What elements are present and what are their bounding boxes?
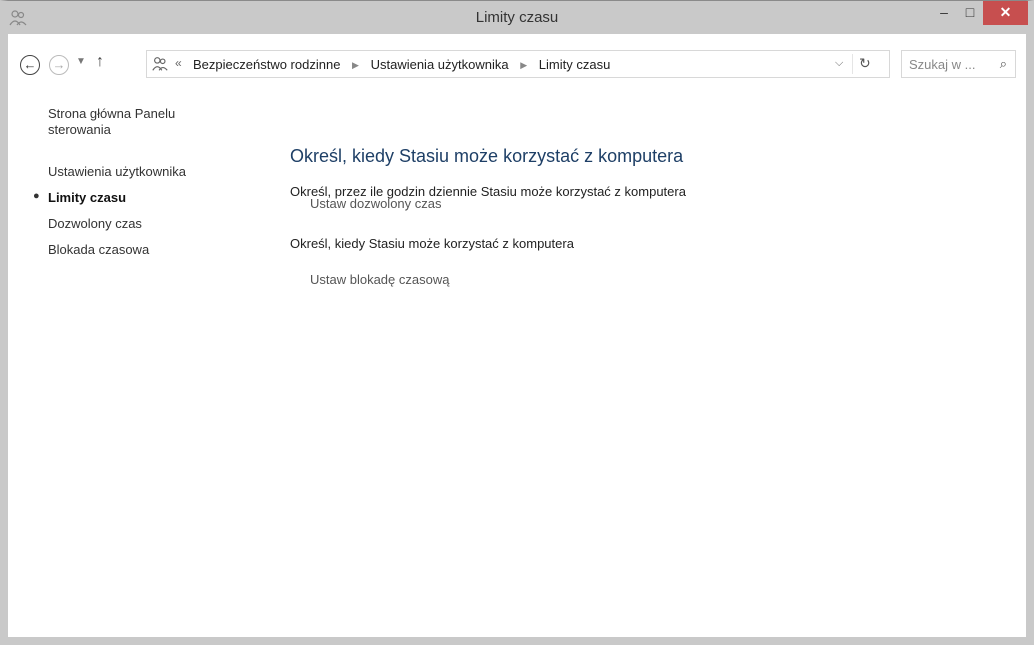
- back-arrow-icon[interactable]: ←: [20, 55, 40, 75]
- search-input[interactable]: Szukaj w ... ⌕: [901, 50, 1016, 78]
- maximize-button[interactable]: □: [957, 1, 983, 25]
- sidebar-item-control-panel-home[interactable]: Strona główna Panelu sterowania: [48, 106, 208, 138]
- address-bar[interactable]: « Bezpieczeństwo rodzinne ▶ Ustawienia u…: [146, 50, 890, 78]
- refresh-icon[interactable]: ↻: [859, 55, 871, 72]
- sidebar-item-allowed-time[interactable]: Dozwolony czas: [48, 216, 142, 231]
- breadcrumb-item-user-settings[interactable]: Ustawienia użytkownika: [371, 57, 509, 72]
- sidebar-item-time-limits[interactable]: ● Limity czasu: [33, 190, 127, 205]
- chevron-right-icon[interactable]: ▶: [352, 60, 359, 70]
- set-allowed-time-link[interactable]: Ustaw dozwolony czas: [310, 196, 442, 211]
- address-overflow[interactable]: «: [175, 56, 182, 70]
- chevron-right-icon[interactable]: ▶: [520, 60, 527, 70]
- minimize-button[interactable]: –: [931, 1, 957, 25]
- active-bullet-icon: ●: [33, 190, 40, 202]
- up-arrow-icon[interactable]: ↑: [96, 53, 104, 71]
- close-button[interactable]: ✕: [983, 1, 1028, 25]
- sidebar: Strona główna Panelu sterowania Ustawien…: [33, 106, 248, 257]
- family-safety-icon: [152, 57, 168, 71]
- navigation-bar: ← → ▼ ↑ « Bezpieczeństwo rodzinne ▶ Usta…: [8, 34, 1026, 78]
- breadcrumb-item-time-limits[interactable]: Limity czasu: [539, 57, 611, 72]
- sidebar-item-label: Limity czasu: [48, 190, 127, 205]
- search-icon[interactable]: ⌕: [1000, 56, 1007, 72]
- sidebar-item-time-block[interactable]: Blokada czasowa: [48, 242, 149, 257]
- title-bar[interactable]: Limity czasu – □ ✕: [0, 1, 1034, 34]
- breadcrumb: Bezpieczeństwo rodzinne ▶ Ustawienia uży…: [193, 57, 610, 72]
- window-title: Limity czasu: [475, 9, 559, 26]
- divider: [852, 54, 853, 74]
- page-title: Określ, kiedy Stasiu może korzystać z ko…: [290, 146, 684, 166]
- breadcrumb-item-family-safety[interactable]: Bezpieczeństwo rodzinne: [193, 57, 340, 72]
- set-time-block-link[interactable]: Ustaw blokadę czasową: [310, 272, 449, 287]
- sidebar-item-user-settings[interactable]: Ustawienia użytkownika: [48, 164, 186, 179]
- forward-arrow-icon[interactable]: →: [49, 55, 69, 75]
- window: Limity czasu – □ ✕ ← → ▼ ↑ « Bezpieczeńs…: [0, 0, 1034, 645]
- section-title-time-block: Określ, kiedy Stasiu może korzystać z ko…: [290, 236, 574, 251]
- chevron-down-icon[interactable]: ⌵: [835, 57, 843, 70]
- search-placeholder: Szukaj w ...: [909, 57, 976, 72]
- recent-locations-chevron-icon[interactable]: ▼: [76, 56, 86, 67]
